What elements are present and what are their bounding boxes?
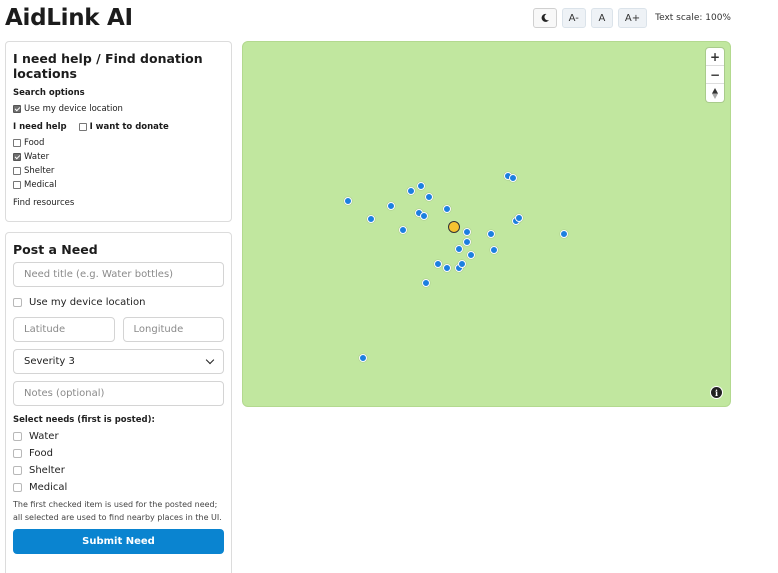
donate-checkbox[interactable] bbox=[78, 123, 87, 131]
search-options-label: Search options bbox=[13, 88, 85, 98]
map-zoom-controls: + − bbox=[706, 48, 724, 102]
longitude-input[interactable]: Longitude bbox=[122, 317, 224, 342]
need-option-food[interactable]: Food bbox=[13, 138, 224, 148]
resource-marker[interactable] bbox=[458, 260, 466, 268]
find-resources-button[interactable]: Find resources bbox=[13, 198, 224, 208]
resource-marker[interactable] bbox=[387, 202, 395, 210]
find-help-title: I need help / Find donation locations bbox=[13, 51, 203, 81]
info-icon: i bbox=[711, 387, 722, 398]
use-location-option[interactable]: Use my device location bbox=[13, 104, 224, 114]
need-title-input[interactable]: Need title (e.g. Water bottles) bbox=[13, 262, 224, 287]
resource-marker[interactable] bbox=[443, 205, 451, 213]
accessibility-toolbar: A- A A+ Text scale: 100% bbox=[532, 8, 731, 28]
compass-icon bbox=[712, 87, 718, 99]
post-need-label-water: Water bbox=[29, 431, 59, 442]
text-decrease-button[interactable]: A- bbox=[561, 8, 586, 28]
resource-map[interactable]: + − i bbox=[242, 41, 731, 407]
resource-marker[interactable] bbox=[434, 260, 442, 268]
post-need-checkbox-food[interactable] bbox=[13, 449, 22, 458]
post-use-location-label: Use my device location bbox=[29, 297, 146, 308]
resource-marker[interactable] bbox=[367, 215, 375, 223]
resource-marker[interactable] bbox=[407, 187, 415, 195]
severity-select[interactable]: Severity 3 bbox=[13, 349, 224, 374]
notes-input[interactable]: Notes (optional) bbox=[13, 381, 224, 406]
need-help-label: I need help bbox=[13, 122, 67, 132]
post-need-panel: Post a Need Need title (e.g. Water bottl… bbox=[5, 232, 232, 573]
use-location-label: Use my device location bbox=[24, 104, 123, 114]
post-need-label-medical: Medical bbox=[29, 482, 68, 493]
need-checkbox-water[interactable] bbox=[13, 153, 21, 161]
zoom-out-button[interactable]: − bbox=[706, 66, 724, 84]
post-need-label-shelter: Shelter bbox=[29, 465, 65, 476]
post-need-option-shelter[interactable]: Shelter bbox=[13, 465, 224, 476]
need-label-food: Food bbox=[24, 138, 45, 148]
resource-marker[interactable] bbox=[417, 182, 425, 190]
latitude-input[interactable]: Latitude bbox=[13, 317, 115, 342]
resource-marker[interactable] bbox=[463, 228, 471, 236]
resource-marker[interactable] bbox=[463, 238, 471, 246]
need-label-medical: Medical bbox=[24, 180, 57, 190]
moon-icon bbox=[541, 13, 549, 22]
donate-option[interactable]: I want to donate bbox=[78, 122, 169, 132]
resource-marker[interactable] bbox=[443, 264, 451, 272]
use-location-checkbox[interactable] bbox=[13, 105, 21, 113]
text-increase-button[interactable]: A+ bbox=[617, 8, 648, 28]
need-option-medical[interactable]: Medical bbox=[13, 180, 224, 190]
post-need-option-medical[interactable]: Medical bbox=[13, 482, 224, 493]
resource-marker[interactable] bbox=[467, 251, 475, 259]
need-checkbox-medical[interactable] bbox=[13, 181, 21, 189]
post-need-label-food: Food bbox=[29, 448, 53, 459]
text-reset-button[interactable]: A bbox=[590, 8, 613, 28]
text-scale-readout: Text scale: 100% bbox=[655, 13, 731, 23]
post-use-location-option[interactable]: Use my device location bbox=[13, 297, 224, 308]
post-need-option-food[interactable]: Food bbox=[13, 448, 224, 459]
need-checkbox-food[interactable] bbox=[13, 139, 21, 147]
zoom-in-button[interactable]: + bbox=[706, 48, 724, 66]
need-option-shelter[interactable]: Shelter bbox=[13, 166, 224, 176]
resource-marker[interactable] bbox=[490, 246, 498, 254]
resource-marker[interactable] bbox=[455, 245, 463, 253]
resource-marker[interactable] bbox=[509, 174, 517, 182]
post-use-location-checkbox[interactable] bbox=[13, 298, 22, 307]
submit-need-button[interactable]: Submit Need bbox=[13, 529, 224, 554]
need-label-shelter: Shelter bbox=[24, 166, 55, 176]
post-need-checkbox-water[interactable] bbox=[13, 432, 22, 441]
resource-marker[interactable] bbox=[487, 230, 495, 238]
need-option-water[interactable]: Water bbox=[13, 152, 224, 162]
need-checkbox-shelter[interactable] bbox=[13, 167, 21, 175]
app-title: AidLink AI bbox=[5, 5, 133, 31]
resource-marker[interactable] bbox=[560, 230, 568, 238]
need-label-water: Water bbox=[24, 152, 50, 162]
chevron-down-icon bbox=[205, 355, 215, 365]
resource-marker[interactable] bbox=[359, 354, 367, 362]
resource-marker[interactable] bbox=[425, 193, 433, 201]
donate-label: I want to donate bbox=[89, 122, 169, 132]
post-need-hint: The first checked item is used for the p… bbox=[13, 500, 222, 522]
compass-button[interactable] bbox=[706, 84, 724, 102]
map-attribution-button[interactable]: i bbox=[710, 386, 723, 399]
post-need-checkbox-medical[interactable] bbox=[13, 483, 22, 492]
resource-marker[interactable] bbox=[344, 197, 352, 205]
resource-marker[interactable] bbox=[420, 212, 428, 220]
user-location-marker[interactable] bbox=[448, 221, 460, 233]
severity-value: Severity 3 bbox=[24, 356, 75, 367]
dark-mode-toggle[interactable] bbox=[532, 8, 557, 28]
post-need-option-water[interactable]: Water bbox=[13, 431, 224, 442]
post-need-title: Post a Need bbox=[13, 242, 98, 257]
resource-marker[interactable] bbox=[399, 226, 407, 234]
find-help-panel: I need help / Find donation locations Se… bbox=[5, 41, 232, 222]
resource-marker[interactable] bbox=[515, 214, 523, 222]
resource-marker[interactable] bbox=[422, 279, 430, 287]
post-need-checkbox-shelter[interactable] bbox=[13, 466, 22, 475]
select-needs-label: Select needs (first is posted): bbox=[13, 415, 155, 425]
